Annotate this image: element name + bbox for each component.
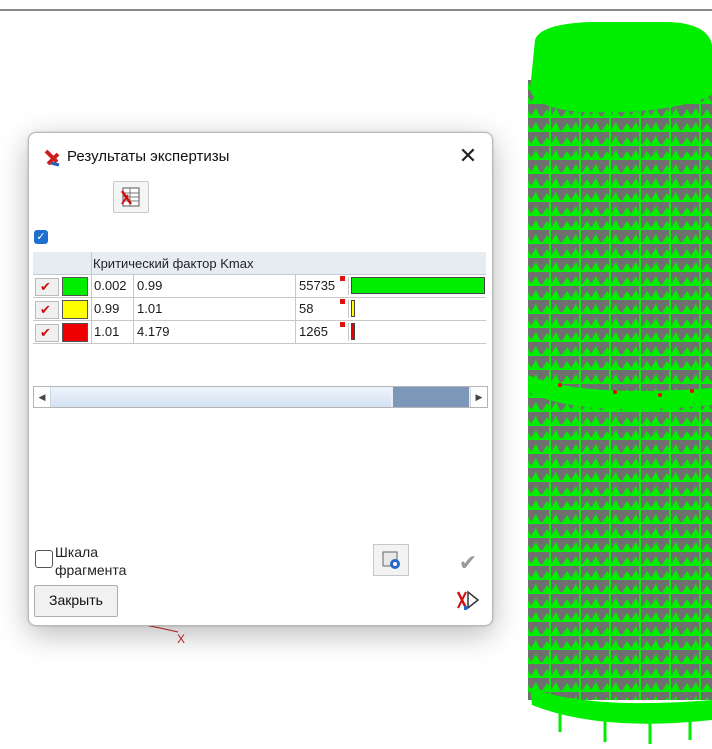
viewport-top-border [0,0,712,12]
close-icon[interactable]: ✕ [454,143,482,171]
table-report-icon [120,187,140,207]
row-bar [351,323,355,340]
settings-icon [382,551,400,569]
dialog-title: Результаты экспертизы [67,148,230,165]
row-toggle-checkbox[interactable]: ✔ [35,278,59,296]
row-toggle-checkbox[interactable]: ✔ [35,324,59,342]
scroll-thumb[interactable] [393,387,469,407]
row-range-to: 0.99 [133,275,297,297]
row-color-swatch[interactable] [62,277,88,296]
row-marker [340,299,345,304]
fragment-scale-checkbox[interactable] [35,550,53,568]
axis-x-label: X [177,632,186,646]
fragment-scale-label: Шкала фрагмента [55,544,127,578]
settings-button[interactable] [373,544,409,576]
row-range-to: 4.179 [133,321,297,343]
row-toggle-checkbox[interactable]: ✔ [35,301,59,319]
row-marker [340,276,345,281]
scroll-track[interactable] [51,387,391,407]
scroll-left-icon[interactable]: ◀ [34,387,51,407]
close-button[interactable]: Закрыть [34,585,118,617]
results-grid: Критический фактор Kmax ✔ 0.002 0.99 55735 ✔… [33,252,486,344]
grid-rows: ✔ 0.002 0.99 55735 ✔ 0.99 1.01 58 ✔ 1.01 4.179 1265 [33,275,486,344]
horizontal-scrollbar[interactable]: ◀ ▶ [33,386,488,408]
table-row[interactable]: ✔ 1.01 4.179 1265 [33,321,486,344]
row-bar-cell [348,323,487,341]
table-row[interactable]: ✔ 0.99 1.01 58 [33,298,486,321]
building-3d-model-svg [528,22,712,744]
checkmark-icon: ✔ [458,550,478,575]
row-color-swatch[interactable] [62,323,88,342]
grid-header-separator [91,252,92,274]
enable-filter-checkbox[interactable]: ✓ [34,230,48,244]
row-range-from: 0.99 [91,298,136,320]
apply-button[interactable]: ✔ [450,548,486,578]
row-bar-cell [348,300,487,318]
row-bar [351,300,355,317]
expert-button[interactable] [450,586,486,616]
grid-header-label: Критический фактор Kmax [93,256,254,271]
table-report-button[interactable] [113,181,149,213]
dialog-titlebar[interactable]: Результаты экспертизы ✕ [29,133,492,179]
building-3d-model[interactable] [520,20,712,749]
app-logo-icon [44,149,60,167]
expertise-results-dialog: Результаты экспертизы ✕ ✓ Критический фа… [28,132,493,626]
table-row[interactable]: ✔ 0.002 0.99 55735 [33,275,486,298]
row-range-to: 1.01 [133,298,297,320]
row-bar-cell [348,277,487,295]
expert-icon [456,590,480,610]
row-range-from: 1.01 [91,321,136,343]
row-range-from: 0.002 [91,275,136,297]
row-bar [351,277,485,294]
row-color-swatch[interactable] [62,300,88,319]
row-marker [340,322,345,327]
scroll-right-icon[interactable]: ▶ [470,387,487,407]
grid-header: Критический фактор Kmax [33,252,486,275]
